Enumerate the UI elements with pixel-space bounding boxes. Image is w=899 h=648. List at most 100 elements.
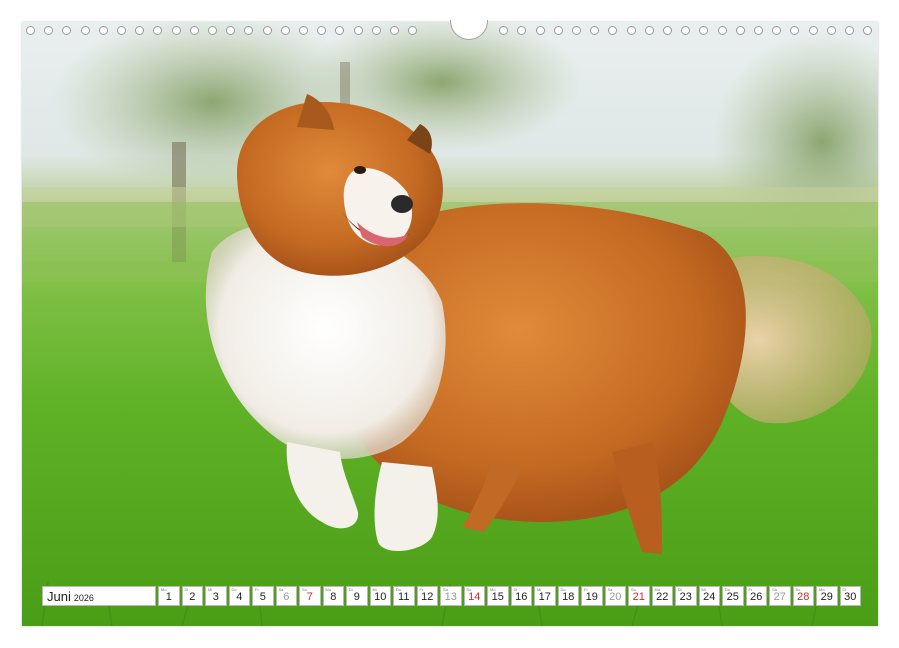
- day-cell: Mi 17: [534, 586, 556, 606]
- day-cell: Di 30: [839, 586, 861, 606]
- day-cell: Mo 1: [158, 586, 180, 606]
- binding-ring: [499, 26, 509, 35]
- binding-ring: [408, 26, 418, 35]
- day-number: 9: [353, 591, 360, 603]
- day-number: 25: [726, 591, 739, 603]
- day-number: 1: [165, 591, 172, 603]
- binding-ring: [280, 26, 290, 35]
- day-cell: Sa 6: [275, 586, 297, 606]
- spiral-binding: [22, 20, 878, 40]
- dog-photo-illustration: [22, 22, 878, 626]
- binding-ring: [299, 26, 308, 35]
- binding-ring: [317, 26, 327, 35]
- binding-ring: [335, 26, 345, 35]
- day-cell: Mo 15: [487, 586, 509, 606]
- day-cell: Do 18: [557, 586, 579, 606]
- binding-ring: [26, 26, 35, 35]
- binding-ring: [735, 26, 745, 35]
- day-number: 22: [656, 591, 669, 603]
- binding-ring: [226, 26, 236, 35]
- day-cell: So 7: [299, 586, 321, 606]
- day-number: 24: [703, 591, 716, 603]
- day-cell: So 28: [792, 586, 814, 606]
- binding-ring: [553, 26, 563, 35]
- day-number: 16: [515, 591, 528, 603]
- day-number: 23: [679, 591, 692, 603]
- day-number: 19: [585, 591, 598, 603]
- day-cell: Fr 19: [581, 586, 603, 606]
- binding-ring: [135, 26, 145, 35]
- binding-ring: [80, 26, 90, 35]
- calendar-strip: Juni 2026 Mo 1 Di 2 Mi 3 Do 4 Fr 5 Sa 6 So 7 Mo 8 Di 9 Mi 1…: [42, 586, 861, 606]
- binding-ring: [244, 26, 254, 35]
- month-name: Juni: [47, 589, 71, 604]
- day-cell: Mo 8: [322, 586, 344, 606]
- day-number: 17: [538, 591, 551, 603]
- day-cell: Sa 27: [769, 586, 791, 606]
- binding-ring: [371, 26, 381, 35]
- day-number: 30: [844, 591, 857, 603]
- binding-ring: [608, 26, 618, 35]
- binding-ring: [863, 26, 873, 35]
- day-number: 26: [750, 591, 763, 603]
- day-number: 28: [797, 591, 810, 603]
- month-label: Juni 2026: [42, 586, 156, 606]
- month-year: 2026: [73, 593, 94, 603]
- day-cell: Do 25: [722, 586, 744, 606]
- day-number: 29: [820, 591, 833, 603]
- binding-ring: [262, 26, 272, 35]
- day-number: 8: [330, 591, 337, 603]
- day-number: 20: [609, 591, 622, 603]
- dog-photo: [22, 22, 878, 626]
- binding-ring: [808, 26, 818, 35]
- day-number: 6: [283, 591, 290, 603]
- day-cell: Di 9: [346, 586, 368, 606]
- binding-ring: [535, 26, 545, 35]
- day-number: 11: [398, 591, 410, 603]
- binding-ring: [699, 26, 709, 35]
- binding-ring: [754, 26, 763, 35]
- day-cell: Mi 24: [698, 586, 720, 606]
- binding-ring: [572, 26, 581, 35]
- day-number: 3: [212, 591, 219, 603]
- binding-ring: [98, 26, 108, 35]
- day-cell: Mo 29: [816, 586, 838, 606]
- binding-ring: [117, 26, 126, 35]
- day-cell: Sa 13: [440, 586, 462, 606]
- day-cell: Di 16: [510, 586, 532, 606]
- binding-ring: [390, 26, 399, 35]
- binding-ring: [153, 26, 163, 35]
- binding-ring: [717, 26, 727, 35]
- day-number: 15: [491, 591, 504, 603]
- binding-ring: [681, 26, 691, 35]
- day-number: 10: [374, 591, 387, 603]
- binding-ring: [62, 26, 72, 35]
- hanger-notch: [450, 20, 488, 40]
- binding-ring: [590, 26, 600, 35]
- day-number: 5: [259, 591, 266, 603]
- day-cell: Mi 10: [369, 586, 391, 606]
- day-cell: Do 11: [393, 586, 415, 606]
- calendar-page: Juni 2026 Mo 1 Di 2 Mi 3 Do 4 Fr 5 Sa 6 So 7 Mo 8 Di 9 Mi 1…: [0, 0, 899, 648]
- binding-ring: [826, 26, 836, 35]
- binding-ring: [845, 26, 854, 35]
- day-number: 27: [773, 591, 786, 603]
- day-cell: Di 23: [675, 586, 697, 606]
- binding-ring: [772, 26, 782, 35]
- binding-ring: [517, 26, 527, 35]
- day-number: 18: [562, 591, 575, 603]
- day-number: 13: [444, 591, 457, 603]
- day-number: 12: [421, 591, 434, 603]
- binding-ring: [353, 26, 363, 35]
- binding-ring: [644, 26, 654, 35]
- day-cell: So 21: [628, 586, 650, 606]
- binding-ring: [626, 26, 636, 35]
- day-cell: Fr 5: [252, 586, 274, 606]
- day-number: 14: [468, 591, 481, 603]
- day-cell: Sa 20: [604, 586, 626, 606]
- day-cell: Fr 12: [416, 586, 438, 606]
- binding-ring: [663, 26, 672, 35]
- binding-ring: [208, 26, 217, 35]
- day-cell: Do 4: [228, 586, 250, 606]
- binding-ring: [44, 26, 54, 35]
